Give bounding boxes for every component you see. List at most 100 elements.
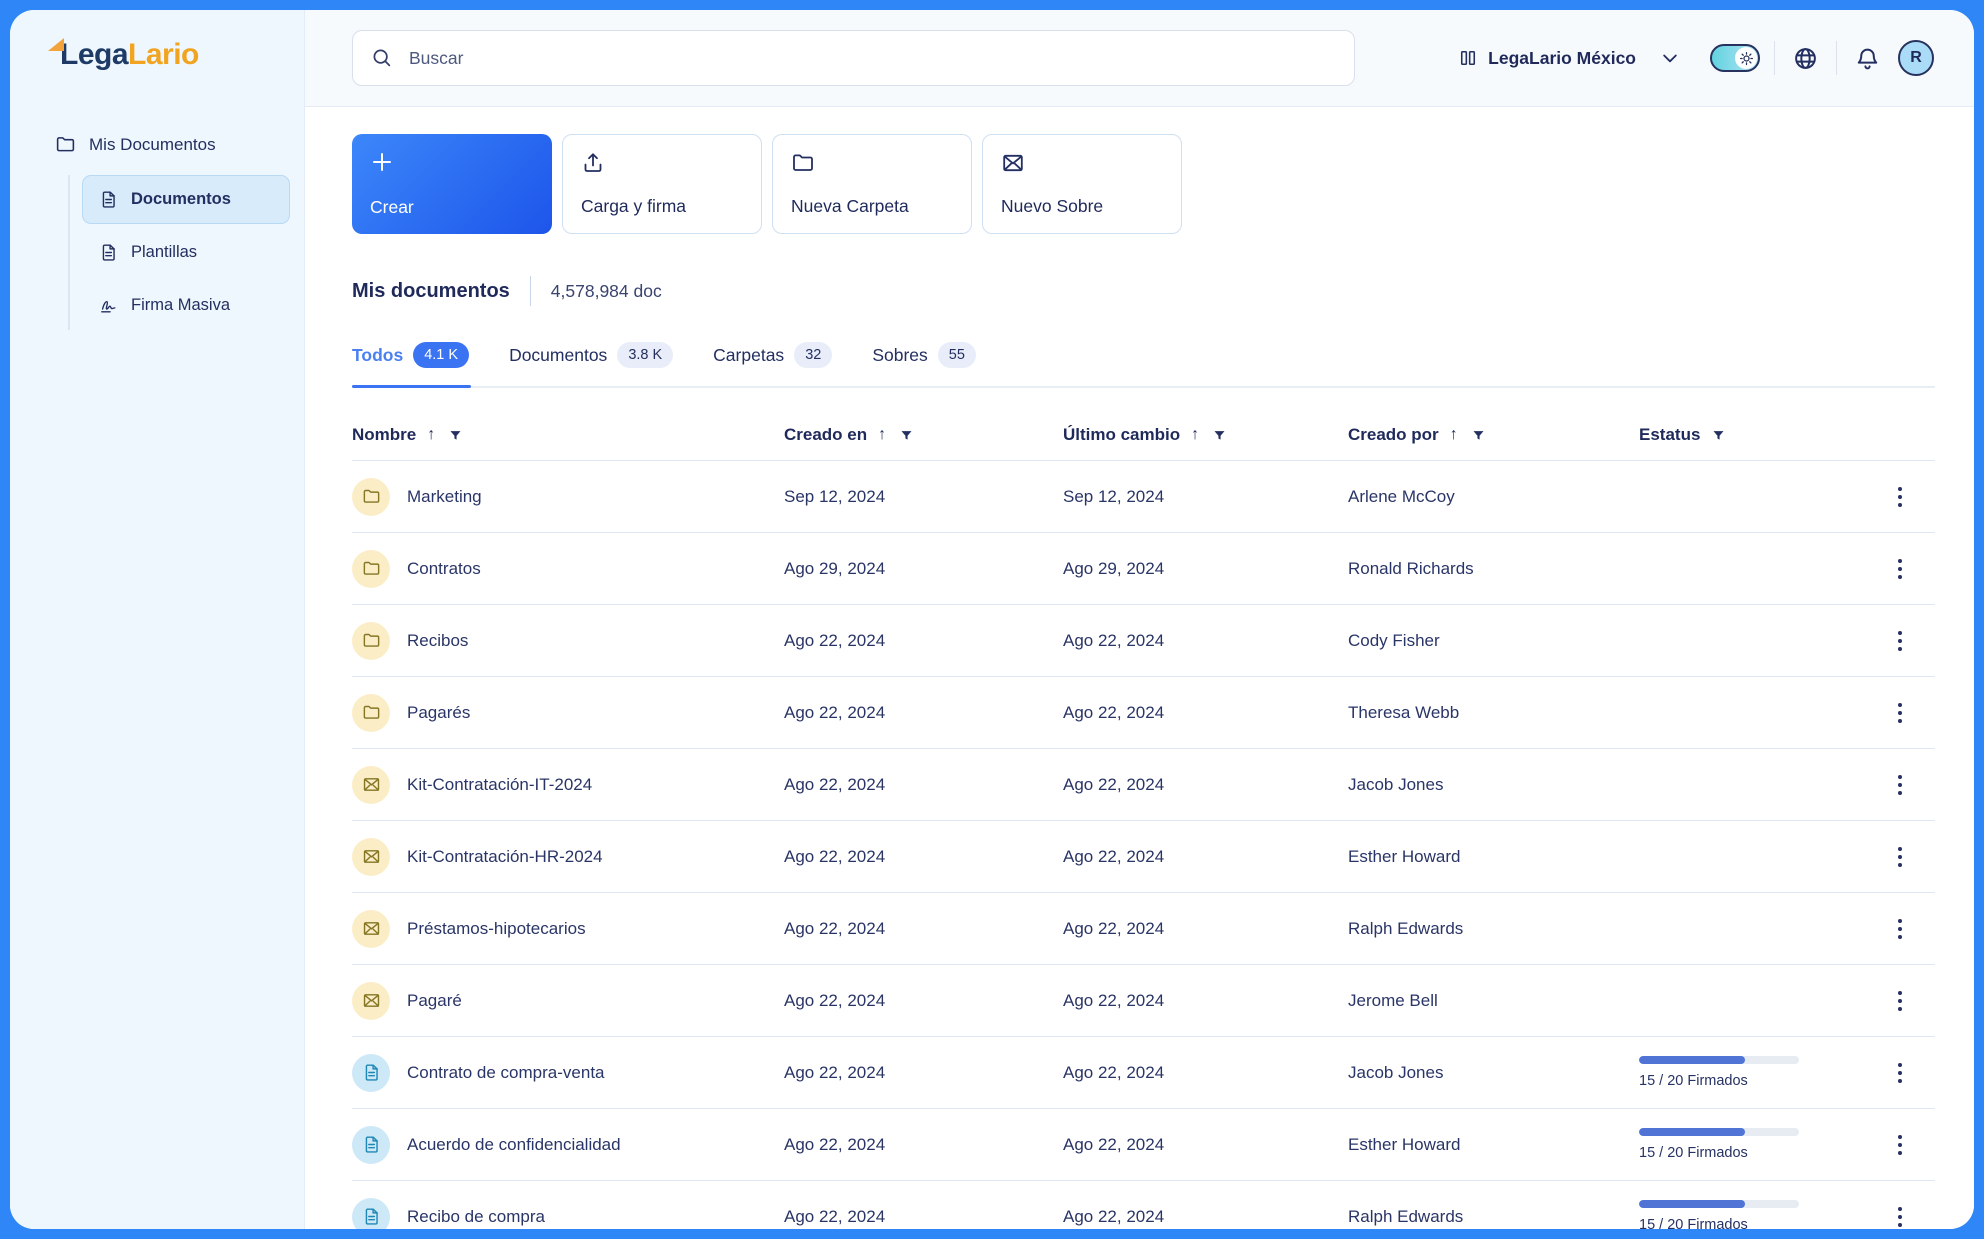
sidebar-item-mis-documentos[interactable]: Mis Documentos [10,124,304,165]
filter-icon[interactable] [1709,426,1728,445]
topbar: LegaLario México R [305,10,1974,107]
tab-documentos[interactable]: Documentos3.8 K [509,342,675,386]
row-menu-button[interactable] [1892,1129,1908,1161]
table-row[interactable]: Acuerdo de confidencialidad Ago 22, 2024… [352,1108,1935,1180]
divider [1836,41,1837,75]
folder-icon [55,134,76,155]
tab-carpetas[interactable]: Carpetas 32 [713,342,834,386]
envelope-icon [352,766,390,804]
sort-asc-icon[interactable]: ↑ [1189,425,1201,445]
row-menu-button[interactable] [1892,841,1908,873]
envelope-icon [1001,151,1025,175]
row-modified-date: Ago 22, 2024 [1063,1063,1348,1083]
row-menu-button[interactable] [1892,553,1908,585]
row-menu-button[interactable] [1892,1057,1908,1089]
tab-count-badge: 32 [794,342,832,368]
search-input[interactable] [407,47,1336,70]
table-row[interactable]: Recibos Ago 22, 2024 Ago 22, 2024 Cody F… [352,604,1935,676]
row-menu-button[interactable] [1892,769,1908,801]
filter-icon[interactable] [446,426,465,445]
search-bar[interactable] [352,30,1355,86]
progress-label: 15 / 20 Firmados [1639,1073,1799,1089]
action-carga-y-firma-button[interactable]: Carga y firma [562,134,762,234]
tab-label: Todos [352,345,403,366]
table-row[interactable]: Contratos Ago 29, 2024 Ago 29, 2024 Rona… [352,532,1935,604]
row-menu-button[interactable] [1892,625,1908,657]
envelope-icon [352,838,390,876]
brand-text-dark: Lega [60,38,128,71]
folder-icon [791,151,815,175]
sidebar-item-firma-masiva[interactable]: Firma Masiva [82,281,290,330]
topbar-right: LegaLario México R [1458,40,1934,76]
row-owner: Jacob Jones [1348,1063,1639,1083]
row-created-date: Ago 22, 2024 [784,919,1063,939]
row-modified-date: Ago 22, 2024 [1063,631,1348,651]
divider [530,276,531,306]
table-row[interactable]: Contrato de compra-venta Ago 22, 2024 Ag… [352,1036,1935,1108]
sidebar-item-label: Firma Masiva [131,296,230,315]
chevron-down-icon [1660,48,1680,68]
org-switcher[interactable]: LegaLario México [1458,48,1680,69]
column-label: Último cambio [1063,425,1180,445]
notifications-button[interactable] [1851,42,1884,75]
sidebar: LegaLario Mis Documentos DocumentosPlant… [10,10,305,1229]
row-owner: Esther Howard [1348,847,1639,867]
tab-sobres[interactable]: Sobres55 [872,342,978,386]
row-owner: Ralph Edwards [1348,919,1639,939]
table-row[interactable]: Recibo de compra Ago 22, 2024 Ago 22, 20… [352,1180,1935,1229]
filter-icon[interactable] [1210,426,1229,445]
content: CrearCarga y firmaNueva CarpetaNuevo Sob… [305,107,1974,1229]
sidebar-item-documentos[interactable]: Documentos [82,175,290,224]
row-name: Contrato de compra-venta [407,1063,605,1083]
tab-todos[interactable]: Todos4.1 K [352,342,471,386]
filter-icon[interactable] [897,426,916,445]
column-header-último-cambio: Último cambio ↑ [1063,425,1348,445]
sort-asc-icon[interactable]: ↑ [876,425,888,445]
action-nueva-carpeta-button[interactable]: Nueva Carpeta [772,134,972,234]
sort-asc-icon[interactable]: ↑ [425,425,437,445]
column-header-creado-en: Creado en↑ [784,425,1063,445]
table-row[interactable]: Marketing Sep 12, 2024 Sep 12, 2024 Arle… [352,460,1935,532]
theme-toggle[interactable] [1710,44,1760,72]
action-crear-button[interactable]: Crear [352,134,552,234]
row-modified-date: Ago 29, 2024 [1063,559,1348,579]
sidebar-nav: Mis Documentos DocumentosPlantillas Firma… [10,124,304,330]
table-row[interactable]: Kit-Contratación-HR-2024 Ago 22, 2024 Ag… [352,820,1935,892]
documents-table: Nombre↑Creado en↑Último cambio↑Creado po… [352,410,1935,1229]
table-row[interactable]: Préstamos-hipotecarios Ago 22, 2024 Ago … [352,892,1935,964]
app-window: LegaLario Mis Documentos DocumentosPlant… [10,10,1974,1229]
signature-progress: 15 / 20 Firmados [1639,1200,1799,1229]
table-row[interactable]: Kit-Contratación-IT-2024 Ago 22, 2024 Ag… [352,748,1935,820]
action-nuevo-sobre-button[interactable]: Nuevo Sobre [982,134,1182,234]
page-heading: Mis documentos 4,578,984 doc [352,276,1935,306]
progress-label: 15 / 20 Firmados [1639,1145,1799,1161]
signature-icon [99,296,118,315]
row-menu-button[interactable] [1892,697,1908,729]
row-name: Kit-Contratación-HR-2024 [407,847,603,867]
row-menu-button[interactable] [1892,913,1908,945]
tab-label: Sobres [872,345,927,366]
sidebar-item-plantillas[interactable]: Plantillas [82,228,290,277]
progress-fill [1639,1200,1745,1208]
row-name: Recibo de compra [407,1207,545,1227]
table-row[interactable]: Pagaré Ago 22, 2024 Ago 22, 2024 Jerome … [352,964,1935,1036]
tab-label: Carpetas [713,345,784,366]
sun-icon [1739,51,1754,66]
row-owner: Ronald Richards [1348,559,1639,579]
row-menu-button[interactable] [1892,985,1908,1017]
row-menu-button[interactable] [1892,1201,1908,1230]
user-avatar[interactable]: R [1898,40,1934,76]
row-modified-date: Ago 22, 2024 [1063,775,1348,795]
document-count: 4,578,984 doc [551,281,662,302]
divider [1774,41,1775,75]
row-menu-button[interactable] [1892,481,1908,513]
row-name: Marketing [407,487,482,507]
table-row[interactable]: Pagarés Ago 22, 2024 Ago 22, 2024 Theres… [352,676,1935,748]
filter-icon[interactable] [1469,426,1488,445]
row-owner: Jacob Jones [1348,775,1639,795]
language-button[interactable] [1789,42,1822,75]
row-name: Acuerdo de confidencialidad [407,1135,621,1155]
folder-icon [352,694,390,732]
sort-asc-icon[interactable]: ↑ [1448,425,1460,445]
row-name: Pagarés [407,703,470,723]
